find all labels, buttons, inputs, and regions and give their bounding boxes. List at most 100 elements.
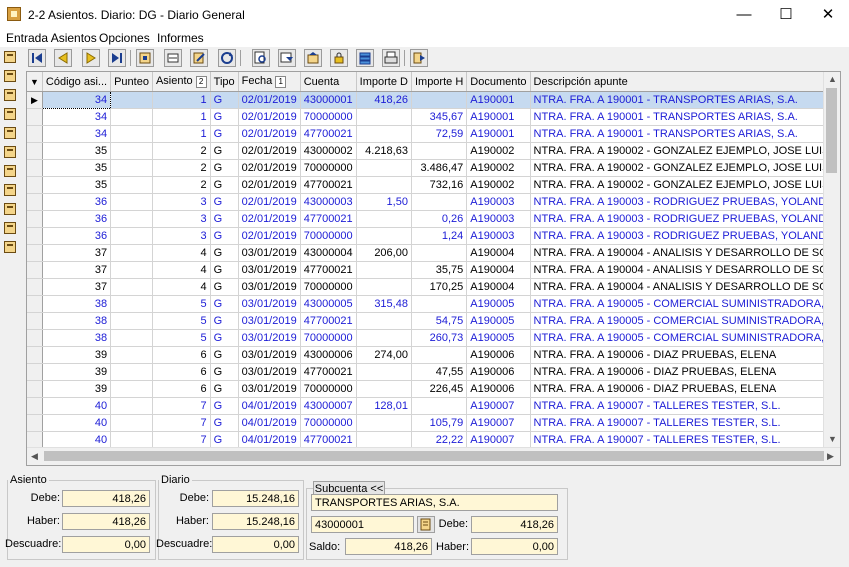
cell-tipo[interactable]: G [210, 278, 239, 296]
lock-icon[interactable] [330, 49, 348, 67]
cell-importe-d[interactable] [356, 176, 412, 194]
report-icon[interactable] [4, 127, 16, 139]
row-indicator[interactable] [27, 346, 43, 364]
refresh-icon[interactable] [218, 49, 236, 67]
cell-cuenta[interactable]: 70000000 [300, 380, 357, 398]
cell-descripcion[interactable]: NTRA. FRA. A 190006 - DIAZ PRUEBAS, ELEN… [530, 380, 840, 398]
col-punteo[interactable]: Punteo [110, 72, 153, 92]
cell-asiento[interactable]: 1 [152, 125, 211, 143]
cell-descripcion[interactable]: NTRA. FRA. A 190006 - DIAZ PRUEBAS, ELEN… [530, 363, 840, 381]
cell-descripcion[interactable]: NTRA. FRA. A 190002 - GONZALEZ EJEMPLO, … [530, 159, 840, 177]
row-indicator[interactable] [27, 142, 43, 160]
row-indicator[interactable] [27, 295, 43, 313]
cell-cuenta[interactable]: 43000002 [300, 142, 357, 160]
minimize-button[interactable]: — [724, 0, 764, 29]
cell-punteo[interactable] [110, 193, 153, 211]
cell-tipo[interactable]: G [210, 227, 239, 245]
cell-documento[interactable]: A190003 [466, 227, 531, 245]
cell-fecha[interactable]: 02/01/2019 [238, 227, 301, 245]
table-row[interactable]: 35 2 G 02/01/2019 43000002 4.218,63 A190002 NTR… [27, 142, 840, 160]
cell-descripcion[interactable]: NTRA. FRA. A 190005 - COMERCIAL SUMINIST… [530, 312, 840, 330]
cell-tipo[interactable]: G [210, 414, 239, 432]
cell-codigo[interactable]: 38 [42, 329, 112, 347]
cell-tipo[interactable]: G [210, 125, 239, 143]
row-indicator[interactable]: ▶ [27, 91, 43, 109]
ledger-icon[interactable] [4, 70, 16, 82]
cell-cuenta[interactable]: 70000000 [300, 329, 357, 347]
row-indicator[interactable] [27, 397, 43, 415]
cell-documento[interactable]: A190005 [466, 295, 531, 313]
cell-importe-h[interactable]: 47,55 [411, 363, 468, 381]
cell-importe-d[interactable] [356, 125, 412, 143]
col-tipo[interactable]: Tipo [210, 72, 239, 92]
cell-tipo[interactable]: G [210, 91, 239, 109]
col-asiento[interactable]: Asiento 2 [152, 72, 211, 92]
table-row[interactable]: 40 7 G 04/01/2019 47700021 22,22 A190007 NTRA. … [27, 431, 840, 449]
cell-importe-h[interactable] [411, 244, 468, 262]
cell-importe-h[interactable]: 22,22 [411, 431, 468, 449]
cell-punteo[interactable] [110, 431, 153, 449]
cell-descripcion[interactable]: NTRA. FRA. A 190004 - ANALISIS Y DESARRO… [530, 244, 840, 262]
cell-fecha[interactable]: 02/01/2019 [238, 142, 301, 160]
cell-fecha[interactable]: 03/01/2019 [238, 346, 301, 364]
cell-codigo[interactable]: 40 [42, 431, 112, 449]
cell-cuenta[interactable]: 43000007 [300, 397, 357, 415]
cell-documento[interactable]: A190004 [466, 244, 531, 262]
cell-cuenta[interactable]: 47700021 [300, 431, 357, 449]
cell-importe-h[interactable]: 732,16 [411, 176, 468, 194]
cell-punteo[interactable] [110, 244, 153, 262]
cell-asiento[interactable]: 3 [152, 227, 211, 245]
first-record-icon[interactable] [28, 49, 46, 67]
cell-importe-h[interactable]: 72,59 [411, 125, 468, 143]
cell-documento[interactable]: A190001 [466, 108, 531, 126]
cell-codigo[interactable]: 36 [42, 227, 112, 245]
cell-importe-d[interactable]: 274,00 [356, 346, 412, 364]
cell-asiento[interactable]: 6 [152, 363, 211, 381]
cell-importe-h[interactable]: 54,75 [411, 312, 468, 330]
cell-documento[interactable]: A190004 [466, 261, 531, 279]
cell-importe-d[interactable] [356, 312, 412, 330]
delete-record-icon[interactable] [164, 49, 182, 67]
cell-codigo[interactable]: 39 [42, 363, 112, 381]
row-indicator[interactable] [27, 278, 43, 296]
cell-tipo[interactable]: G [210, 210, 239, 228]
cell-tipo[interactable]: G [210, 244, 239, 262]
cell-importe-h[interactable] [411, 91, 468, 109]
row-indicator[interactable] [27, 108, 43, 126]
cell-importe-h[interactable] [411, 142, 468, 160]
cell-asiento[interactable]: 4 [152, 244, 211, 262]
table-row[interactable]: 35 2 G 02/01/2019 47700021 732,16 A190002 NTRA.… [27, 176, 840, 194]
cell-documento[interactable]: A190007 [466, 414, 531, 432]
cell-importe-d[interactable] [356, 380, 412, 398]
cell-importe-h[interactable] [411, 193, 468, 211]
cell-punteo[interactable] [110, 278, 153, 296]
row-indicator[interactable] [27, 261, 43, 279]
rss-book-icon[interactable] [4, 222, 16, 234]
cell-punteo[interactable] [110, 91, 153, 109]
cell-fecha[interactable]: 02/01/2019 [238, 210, 301, 228]
scroll-left-icon[interactable]: ◀ [31, 451, 38, 462]
table-row[interactable]: 38 5 G 03/01/2019 43000005 315,48 A190005 NTRA.… [27, 295, 840, 313]
cell-documento[interactable]: A190002 [466, 159, 531, 177]
cell-asiento[interactable]: 3 [152, 210, 211, 228]
print-icon[interactable] [382, 49, 400, 67]
cell-codigo[interactable]: 34 [42, 108, 112, 126]
scroll-up-icon[interactable]: ▲ [828, 74, 837, 84]
cell-documento[interactable]: A190002 [466, 176, 531, 194]
row-indicator[interactable] [27, 176, 43, 194]
cell-descripcion[interactable]: NTRA. FRA. A 190007 - TALLERES TESTER, S… [530, 397, 840, 415]
col-fecha[interactable]: Fecha 1 [238, 72, 301, 92]
cell-fecha[interactable]: 04/01/2019 [238, 414, 301, 432]
export-icon[interactable] [304, 49, 322, 67]
cell-cuenta[interactable]: 43000001 [300, 91, 357, 109]
account-icon[interactable] [4, 165, 16, 177]
cell-cuenta[interactable]: 47700021 [300, 210, 357, 228]
journal-grid[interactable]: ▼ Código asi... Punteo Asiento 2 Tipo Fec… [26, 71, 841, 466]
cell-importe-d[interactable] [356, 210, 412, 228]
indicator-header[interactable]: ▼ [27, 72, 43, 92]
col-cuenta[interactable]: Cuenta [300, 72, 357, 92]
cell-tipo[interactable]: G [210, 397, 239, 415]
row-indicator[interactable] [27, 380, 43, 398]
horizontal-scroll-thumb[interactable] [44, 451, 824, 461]
cell-codigo[interactable]: 37 [42, 244, 112, 262]
